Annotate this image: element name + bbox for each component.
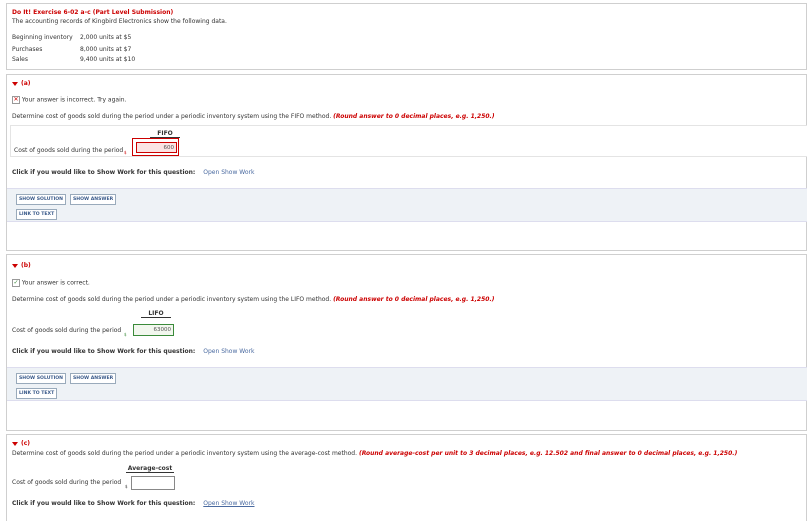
feedback-incorrect: ✕ Your answer is incorrect. Try again.: [12, 96, 127, 104]
row-label: Cost of goods sold during the period: [12, 327, 122, 334]
part-a-panel: (a) ✕ Your answer is incorrect. Try agai…: [6, 74, 807, 251]
data-row-value: 9,400 units at $10: [80, 56, 136, 63]
lifo-answer-input[interactable]: 63000: [133, 324, 174, 336]
row-label: Cost of goods sold during the period: [12, 479, 122, 486]
question-text: Determine cost of goods sold during the …: [12, 450, 738, 457]
show-solution-button[interactable]: SHOW SOLUTION: [16, 194, 67, 205]
x-mark-icon: ✕: [12, 96, 20, 104]
data-row-value: 2,000 units at $5: [80, 34, 132, 41]
data-row-label: Sales: [12, 56, 28, 63]
show-work-row: Click if you would like to Show Work for…: [12, 169, 255, 176]
part-b-label: (b): [21, 262, 31, 269]
answer-table: FIFO Cost of goods sold during the perio…: [10, 125, 807, 157]
part-a-toggle[interactable]: (a): [12, 80, 31, 87]
dollar-sign: $: [124, 332, 127, 337]
part-b-panel: (b) ✓ Your answer is correct. Determine …: [6, 254, 807, 431]
solution-toolbar: SHOW SOLUTION SHOW ANSWER LINK TO TEXT: [7, 188, 807, 222]
collapse-arrow-icon: [12, 263, 18, 268]
open-show-work-link[interactable]: Open Show Work: [203, 348, 254, 355]
part-b-toggle[interactable]: (b): [12, 262, 31, 269]
part-c-label: (c): [21, 440, 31, 447]
show-work-row: Click if you would like to Show Work for…: [12, 348, 255, 355]
collapse-arrow-icon: [12, 441, 18, 446]
solution-toolbar: SHOW SOLUTION SHOW ANSWER LINK TO TEXT: [7, 367, 807, 401]
link-to-text-button[interactable]: LINK TO TEXT: [16, 388, 58, 399]
problem-title: Do It! Exercise 6-02 a-c (Part Level Sub…: [12, 9, 174, 16]
average-cost-answer-input[interactable]: [131, 476, 175, 490]
data-row-value: 8,000 units at $7: [80, 46, 132, 53]
show-work-row: Click if you would like to Show Work for…: [12, 500, 255, 507]
data-row-label: Purchases: [12, 46, 43, 53]
collapse-arrow-icon: [12, 81, 18, 86]
fifo-answer-input[interactable]: 600: [136, 142, 177, 153]
part-a-label: (a): [21, 80, 31, 87]
check-mark-icon: ✓: [12, 279, 20, 287]
part-c-panel: (c) Determine cost of goods sold during …: [6, 434, 807, 521]
open-show-work-link[interactable]: Open Show Work: [203, 500, 254, 507]
show-answer-button[interactable]: SHOW ANSWER: [70, 373, 117, 384]
dollar-sign: $: [124, 150, 127, 155]
column-header-lifo: LIFO: [141, 310, 171, 318]
row-label: Cost of goods sold during the period: [14, 147, 124, 154]
part-c-toggle[interactable]: (c): [12, 440, 30, 447]
column-header-average-cost: Average-cost: [126, 465, 174, 473]
problem-intro: The accounting records of Kingbird Elect…: [12, 18, 227, 25]
feedback-correct: ✓ Your answer is correct.: [12, 279, 90, 287]
question-text: Determine cost of goods sold during the …: [12, 296, 495, 303]
show-solution-button[interactable]: SHOW SOLUTION: [16, 373, 67, 384]
data-row-label: Beginning inventory: [12, 34, 73, 41]
question-text: Determine cost of goods sold during the …: [12, 113, 495, 120]
open-show-work-link[interactable]: Open Show Work: [203, 169, 254, 176]
show-answer-button[interactable]: SHOW ANSWER: [70, 194, 117, 205]
problem-header: Do It! Exercise 6-02 a-c (Part Level Sub…: [6, 3, 807, 70]
link-to-text-button[interactable]: LINK TO TEXT: [16, 209, 58, 220]
column-header-fifo: FIFO: [150, 130, 180, 138]
dollar-sign: $: [125, 484, 128, 489]
